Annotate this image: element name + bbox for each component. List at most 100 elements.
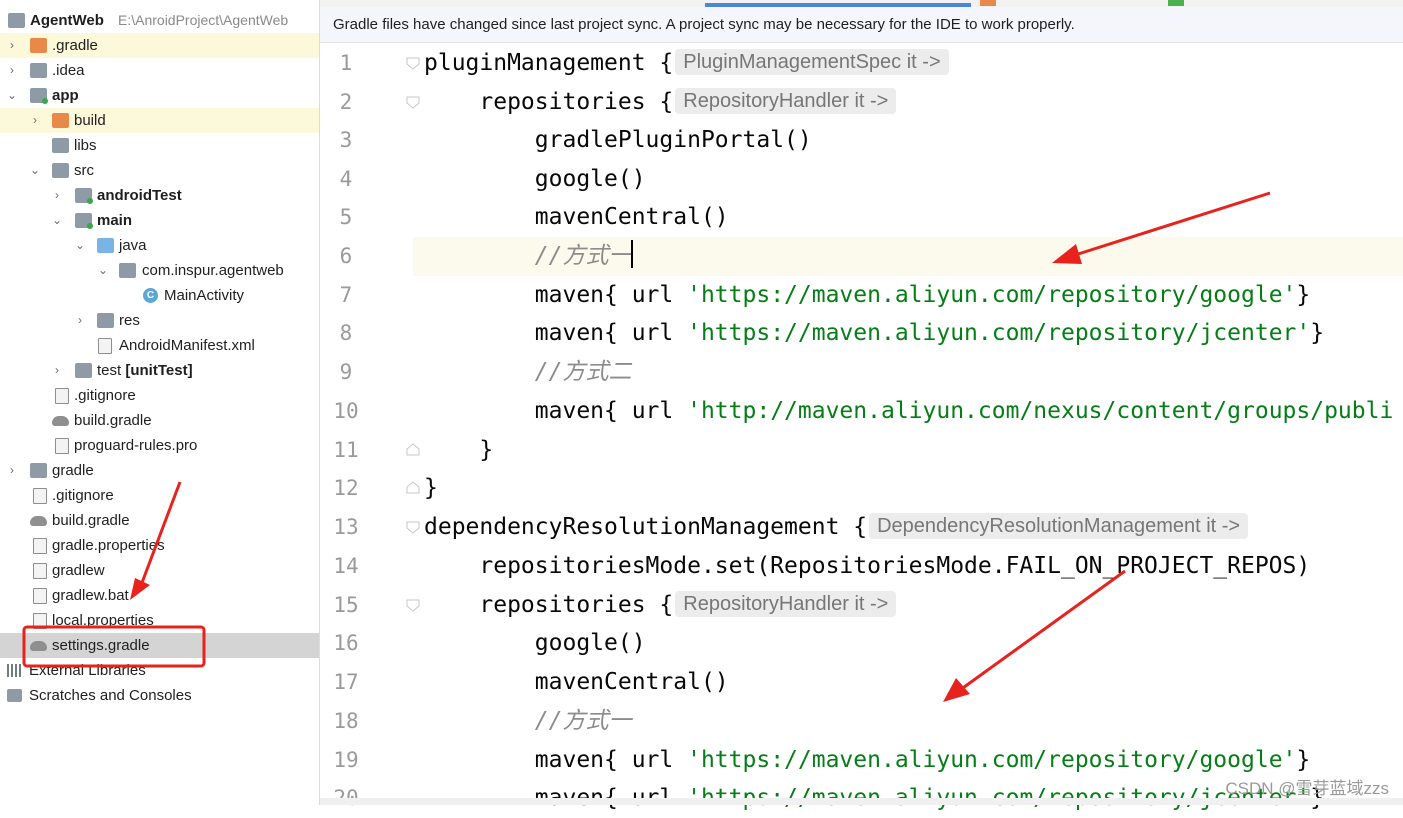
tree-item-java[interactable]: ⌄ java (0, 233, 319, 258)
line-number: 1 (339, 51, 353, 75)
tree-item-gradlew[interactable]: gradlew (0, 558, 319, 583)
tree-item-gradle-properties[interactable]: gradle.properties (0, 533, 319, 558)
tree-item-label: .gitignore (52, 487, 114, 504)
text-file-icon (55, 438, 69, 454)
code-string: 'https://maven.aliyun.com/repository/goo… (687, 747, 1297, 773)
tree-item-app-gitignore[interactable]: .gitignore (0, 383, 319, 408)
tree-item-label: .gradle (52, 37, 98, 54)
tree-item-idea[interactable]: › .idea (0, 58, 319, 83)
tree-item-app[interactable]: ⌄ app (0, 83, 319, 108)
tree-item-res[interactable]: › res (0, 308, 319, 333)
code-string: 'https://maven.aliyun.com/repository/goo… (687, 282, 1297, 308)
tree-item-main[interactable]: ⌄ main (0, 208, 319, 233)
chevron-down-icon[interactable]: ⌄ (51, 208, 63, 233)
tree-item-scratches[interactable]: Scratches and Consoles (0, 683, 319, 708)
sync-notification-banner: Gradle files have changed since last pro… (320, 7, 1403, 43)
manifest-file-icon (98, 338, 112, 354)
chevron-down-icon[interactable]: ⌄ (97, 258, 109, 283)
inlay-hint: RepositoryHandler it -> (675, 88, 897, 114)
fold-open-icon[interactable] (405, 95, 421, 109)
tree-item-label: java (119, 237, 147, 254)
line-number: 9 (339, 360, 353, 384)
tree-item-local-properties[interactable]: local.properties (0, 608, 319, 633)
code-string: 'http://maven.aliyun.com/nexus/content/g… (687, 398, 1394, 424)
code-text: } (1310, 320, 1325, 346)
code-line[interactable]: maven{ url 'https://maven.aliyun.com/rep… (424, 314, 1324, 353)
tree-item-test[interactable]: › test [unitTest] (0, 358, 319, 383)
code-line[interactable]: mavenCentral() (424, 198, 729, 237)
fold-open-icon[interactable] (405, 598, 421, 612)
horizontal-scrollbar[interactable] (320, 798, 1403, 805)
chevron-right-icon[interactable]: › (6, 33, 18, 58)
tree-item-label: build.gradle (52, 512, 130, 529)
folder-icon (75, 363, 92, 378)
tree-item-libs[interactable]: libs (0, 133, 319, 158)
code-line[interactable]: repositoriesMode.set(RepositoriesMode.FA… (424, 547, 1310, 586)
chevron-down-icon[interactable]: ⌄ (29, 158, 41, 183)
inlay-hint: PluginManagementSpec it -> (675, 49, 949, 75)
properties-file-icon (33, 538, 47, 554)
fold-open-icon[interactable] (405, 520, 421, 534)
tree-item-manifest[interactable]: AndroidManifest.xml (0, 333, 319, 358)
chevron-down-icon[interactable]: ⌄ (6, 83, 18, 108)
tree-item-gradlew-bat[interactable]: gradlew.bat (0, 583, 319, 608)
line-number: 8 (339, 321, 353, 345)
tree-item-proguard[interactable]: proguard-rules.pro (0, 433, 319, 458)
libraries-icon (7, 664, 23, 677)
tree-item-suffix: [unitTest] (125, 362, 193, 379)
code-line[interactable]: maven{ url 'http://maven.aliyun.com/nexu… (424, 392, 1394, 431)
tree-item-androidtest[interactable]: › androidTest (0, 183, 319, 208)
tree-item-root-gitignore[interactable]: .gitignore (0, 483, 319, 508)
tree-item-label: com.inspur.agentweb (142, 262, 284, 279)
tree-item-gradle-dir[interactable]: › .gradle (0, 33, 319, 58)
chevron-right-icon[interactable]: › (51, 358, 63, 383)
chevron-right-icon[interactable]: › (51, 183, 63, 208)
code-line[interactable]: gradlePluginPortal() (424, 121, 812, 160)
tree-item-external-libraries[interactable]: External Libraries (0, 658, 319, 683)
code-line[interactable]: //方式一 (424, 237, 634, 276)
tree-item-app-build-gradle[interactable]: build.gradle (0, 408, 319, 433)
tree-item-package[interactable]: ⌄ com.inspur.agentweb (0, 258, 319, 283)
ignore-file-icon (55, 388, 69, 404)
code-line[interactable]: repositories {RepositoryHandler it -> (424, 83, 897, 122)
code-string: 'https://maven.aliyun.com/repository/jce… (687, 320, 1311, 346)
chevron-right-icon[interactable]: › (74, 308, 86, 333)
chevron-right-icon[interactable]: › (29, 108, 41, 133)
fold-close-icon[interactable] (405, 443, 421, 457)
tree-item-build-dir[interactable]: › build (0, 108, 319, 133)
tree-item-src[interactable]: ⌄ src (0, 158, 319, 183)
code-text: pluginManagement { (424, 50, 674, 76)
tree-item-settings-gradle[interactable]: settings.gradle (0, 633, 319, 658)
fold-open-icon[interactable] (405, 56, 421, 70)
code-line[interactable]: pluginManagement {PluginManagementSpec i… (424, 44, 949, 83)
code-line[interactable]: google() (424, 160, 646, 199)
code-line[interactable]: google() (424, 624, 646, 663)
code-line[interactable]: maven{ url 'https://maven.aliyun.com/rep… (424, 741, 1310, 780)
code-line[interactable]: } (424, 431, 493, 470)
code-line[interactable]: mavenCentral() (424, 663, 729, 702)
chevron-right-icon[interactable]: › (6, 458, 18, 483)
tree-item-label: gradlew (52, 562, 105, 579)
tree-item-mainactivity[interactable]: C MainActivity (0, 283, 319, 308)
code-line[interactable]: dependencyResolutionManagement {Dependen… (424, 508, 1249, 547)
chevron-down-icon[interactable]: ⌄ (74, 233, 86, 258)
code-text: maven{ url (424, 320, 688, 346)
code-comment[interactable]: //方式二 (424, 353, 632, 392)
tree-item-root-build-gradle[interactable]: build.gradle (0, 508, 319, 533)
folder-icon (52, 138, 69, 153)
code-line[interactable]: } (424, 469, 438, 508)
line-number: 10 (333, 399, 359, 423)
line-number: 15 (333, 593, 359, 617)
code-comment[interactable]: //方式一 (424, 702, 632, 741)
tree-item-label: MainActivity (164, 287, 245, 304)
code-line[interactable]: repositories {RepositoryHandler it -> (424, 586, 897, 625)
tree-item-gradle[interactable]: › gradle (0, 458, 319, 483)
package-icon (119, 263, 136, 278)
tree-item-project-root[interactable]: AgentWeb E:\AnroidProject\AgentWeb (0, 8, 319, 33)
code-line[interactable]: maven{ url 'https://maven.aliyun.com/rep… (424, 276, 1310, 315)
watermark: CSDN @雪芽蓝域zzs (1225, 779, 1389, 798)
chevron-right-icon[interactable]: › (6, 58, 18, 83)
tree-item-label: local.properties (52, 612, 154, 629)
fold-close-icon[interactable] (405, 481, 421, 495)
line-number: 17 (333, 670, 359, 694)
